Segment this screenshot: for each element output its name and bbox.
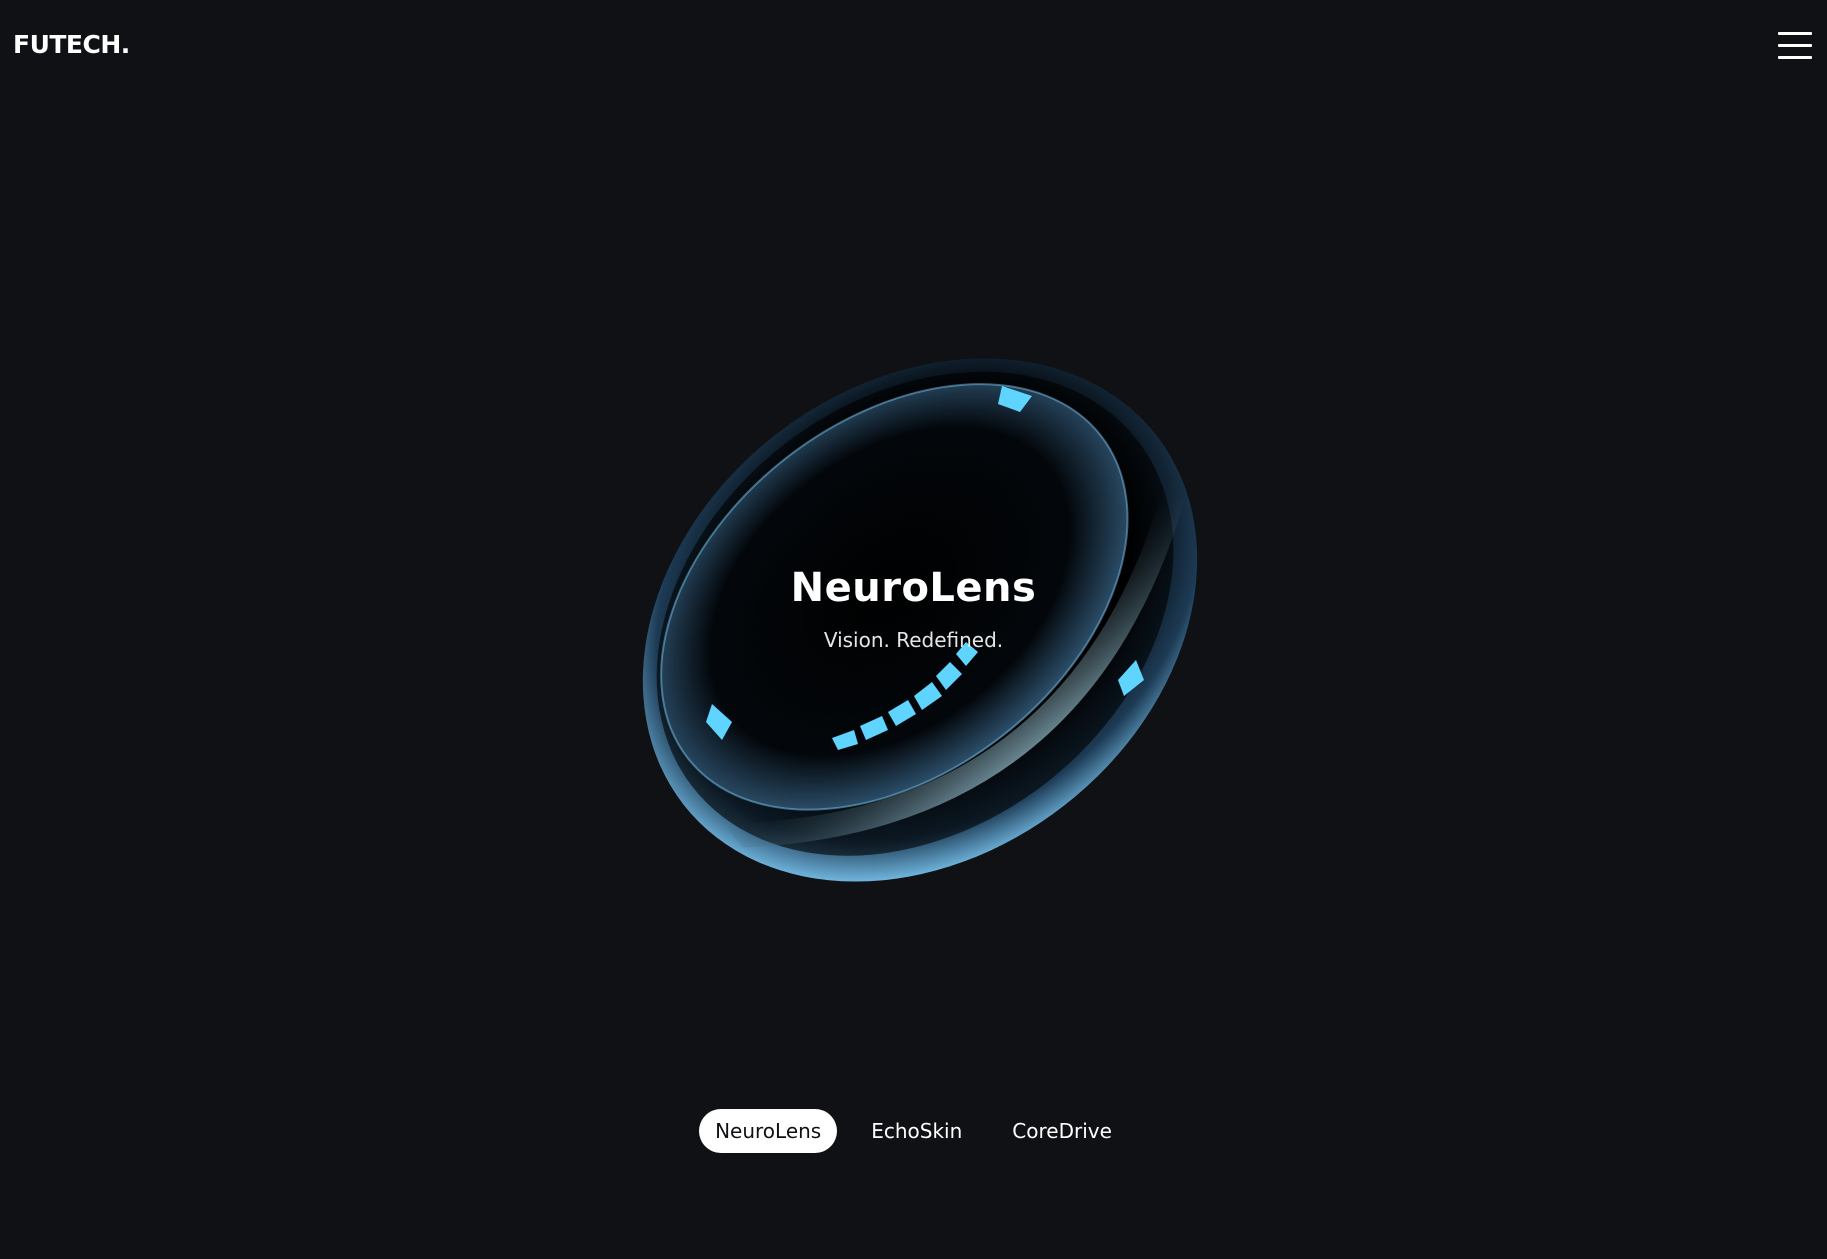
product-lens-visual <box>620 330 1220 910</box>
hero-title: NeuroLens <box>790 565 1037 611</box>
tab-neurolens[interactable]: NeuroLens <box>699 1109 838 1153</box>
page: FUTECH. NeuroLens Vision. Redefined. Neu… <box>0 0 1827 1259</box>
tab-echoskin[interactable]: EchoSkin <box>855 1109 978 1153</box>
menu-line-top <box>1778 32 1812 35</box>
menu-line-bottom <box>1778 56 1812 59</box>
lens-illustration <box>642 358 1198 882</box>
product-tabs: NeuroLens EchoSkin CoreDrive <box>0 1109 1827 1153</box>
hamburger-menu-icon[interactable] <box>1778 32 1812 60</box>
tab-coredrive[interactable]: CoreDrive <box>996 1109 1128 1153</box>
menu-line-middle <box>1778 44 1812 47</box>
hero-subtitle: Vision. Redefined. <box>823 628 1004 652</box>
brand-logo[interactable]: FUTECH. <box>13 30 130 59</box>
